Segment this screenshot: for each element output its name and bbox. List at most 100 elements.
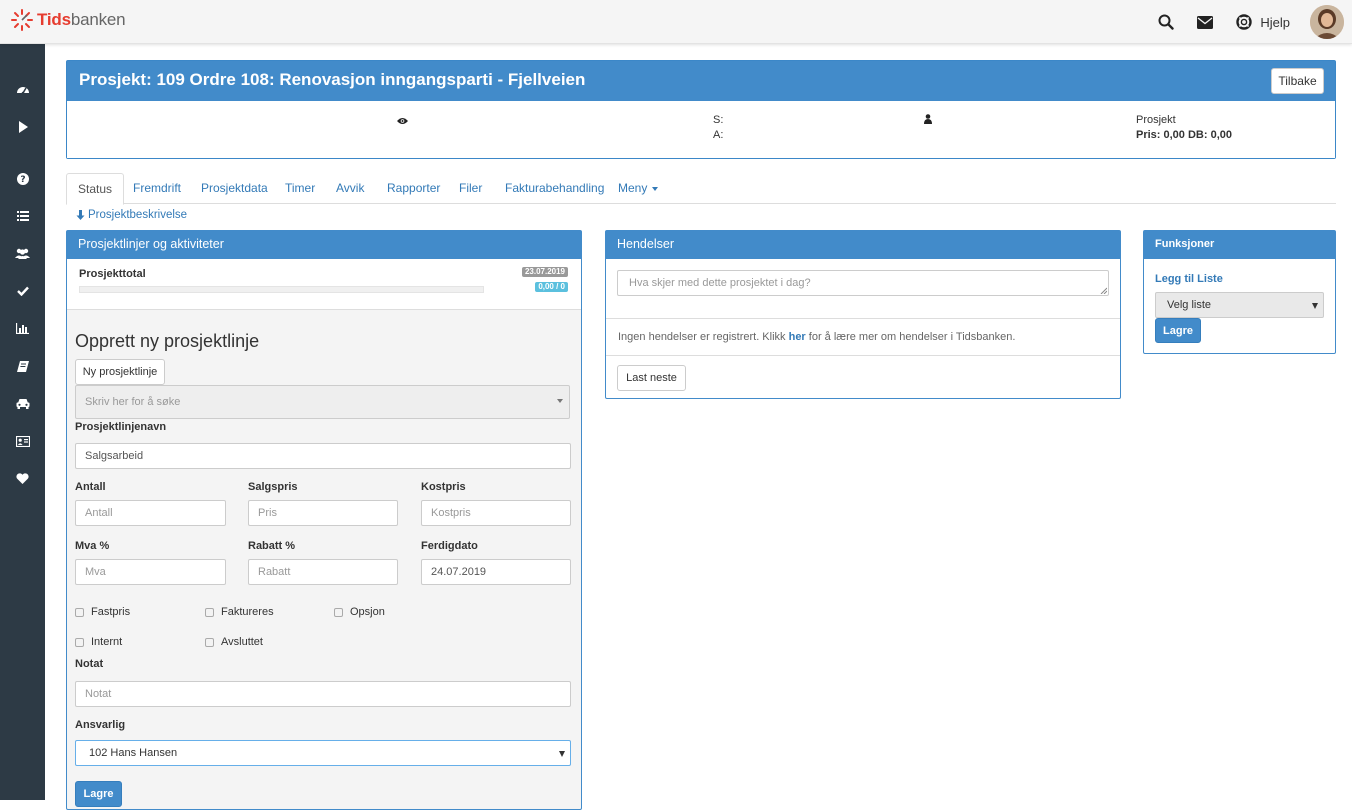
line-name-input[interactable]: Salgsarbeid <box>75 443 571 469</box>
tab-fakturabehandling[interactable]: Fakturabehandling <box>505 173 604 204</box>
load-next-button[interactable]: Last neste <box>617 365 686 391</box>
list-select[interactable]: Velg liste <box>1155 292 1324 318</box>
internt-checkbox[interactable]: Internt <box>75 636 122 648</box>
functions-panel: Funksjoner Legg til Liste Velg liste Lag… <box>1143 230 1336 354</box>
search-select-placeholder: Skriv her for å søke <box>85 396 181 408</box>
tab-avvik[interactable]: Avvik <box>336 173 364 204</box>
events-empty-message: Ingen hendelser er registrert. Klikk her… <box>606 318 1120 356</box>
line-name-label: Prosjektlinjenavn <box>75 421 167 433</box>
list-select-value: Velg liste <box>1167 299 1212 311</box>
progress-bar <box>79 286 484 293</box>
tab-rapporter[interactable]: Rapporter <box>387 173 440 204</box>
project-title: Prosjekt: 109 Ordre 108: Renovasjon inng… <box>79 70 586 89</box>
kostpris-label: Kostpris <box>421 481 466 493</box>
arrow-down-icon <box>76 210 85 220</box>
users-icon[interactable] <box>0 241 45 265</box>
tab-timer[interactable]: Timer <box>285 173 315 204</box>
help-label: Hjelp <box>1260 14 1290 30</box>
tab-menu[interactable]: Meny <box>618 173 659 204</box>
book-icon[interactable] <box>0 354 45 378</box>
ansvarlig-value: 102 Hans Hansen <box>89 747 178 759</box>
internt-label: Internt <box>91 636 123 648</box>
tab-bar: Status Fremdrift Prosjektdata Timer Avvi… <box>66 173 1336 205</box>
logo-text: Tidsbanken <box>37 10 126 29</box>
project-total-label: Prosjekttotal <box>79 268 146 280</box>
antall-input[interactable]: Antall <box>75 500 226 526</box>
learn-more-link[interactable]: her <box>789 331 806 343</box>
user-icon <box>924 113 932 127</box>
search-icon[interactable] <box>1156 12 1176 32</box>
kostpris-input[interactable]: Kostpris <box>421 500 571 526</box>
chevron-down-icon <box>1312 303 1318 309</box>
fastpris-checkbox[interactable]: Fastpris <box>75 606 130 618</box>
project-lines-heading: Prosjektlinjer og aktiviteter <box>67 231 581 259</box>
checkbox-box[interactable] <box>75 637 84 647</box>
functions-heading: Funksjoner <box>1144 231 1335 259</box>
heart-icon[interactable] <box>0 466 45 490</box>
event-textarea-placeholder: Hva skjer med dette prosjektet i dag? <box>629 277 811 289</box>
functions-save-button[interactable]: Lagre <box>1155 318 1201 343</box>
end-label: A: <box>713 129 724 141</box>
lifebuoy-icon <box>1234 12 1254 32</box>
rabatt-label: Rabatt % <box>248 540 296 552</box>
eye-icon[interactable] <box>397 114 408 128</box>
mva-input[interactable]: Mva <box>75 559 226 585</box>
value-badge: 0,00 / 0 <box>535 282 568 292</box>
fastpris-label: Fastpris <box>91 606 131 618</box>
project-description-label: Prosjektbeskrivelse <box>88 209 188 221</box>
logo-clock-icon <box>10 8 34 32</box>
notat-input[interactable]: Notat <box>75 681 571 707</box>
date-badge: 23.07.2019 <box>521 267 568 277</box>
create-line-heading: Opprett ny prosjektlinje <box>75 331 260 351</box>
search-select[interactable]: Skriv her for å søke <box>75 385 570 419</box>
notat-label: Notat <box>75 658 104 670</box>
checkbox-box[interactable] <box>334 607 343 617</box>
resize-handle-icon[interactable] <box>1100 287 1107 294</box>
new-project-line-button[interactable]: Ny prosjektlinje <box>75 359 165 385</box>
event-textarea[interactable]: Hva skjer med dette prosjektet i dag? <box>617 270 1109 296</box>
opsjon-checkbox[interactable]: Opsjon <box>334 606 385 618</box>
salgspris-input[interactable]: Pris <box>248 500 398 526</box>
ansvarlig-label: Ansvarlig <box>75 719 126 731</box>
add-to-list-link[interactable]: Legg til Liste <box>1155 273 1223 285</box>
mva-label: Mva % <box>75 540 110 552</box>
project-info: S: A: Prosjekt Pris: 0,00 DB: 0,00 <box>67 101 1335 158</box>
project-description-link[interactable]: Prosjektbeskrivelse <box>76 209 187 221</box>
tab-prosjektdata[interactable]: Prosjektdata <box>201 173 268 204</box>
id-card-icon[interactable] <box>0 429 45 453</box>
bar-chart-icon[interactable] <box>0 316 45 340</box>
logo[interactable]: Tidsbanken <box>10 8 126 32</box>
empty-text-before: Ingen hendelser er registrert. Klikk <box>618 331 789 343</box>
project-total-row[interactable]: Prosjekttotal 23.07.2019 0,00 / 0 <box>67 259 581 310</box>
salgspris-label: Salgspris <box>248 481 298 493</box>
play-icon[interactable] <box>0 115 45 139</box>
svg-text:?: ? <box>20 175 25 185</box>
project-lines-panel: Prosjektlinjer og aktiviteter Prosjektto… <box>66 230 582 810</box>
faktureres-checkbox[interactable]: Faktureres <box>205 606 274 618</box>
avatar[interactable] <box>1310 5 1344 39</box>
checkbox-box[interactable] <box>205 607 214 617</box>
tab-status[interactable]: Status <box>66 173 125 205</box>
ansvarlig-select[interactable]: 102 Hans Hansen <box>75 740 571 766</box>
checkbox-box[interactable] <box>205 637 214 647</box>
tab-filer[interactable]: Filer <box>459 173 482 204</box>
save-line-button[interactable]: Lagre <box>75 781 122 807</box>
tab-fremdrift[interactable]: Fremdrift <box>133 173 181 204</box>
envelope-icon[interactable] <box>1195 12 1215 32</box>
check-icon[interactable] <box>0 279 45 303</box>
avsluttet-checkbox[interactable]: Avsluttet <box>205 636 263 648</box>
car-icon[interactable] <box>0 391 45 415</box>
rabatt-input[interactable]: Rabatt <box>248 559 398 585</box>
question-icon[interactable]: ? <box>0 167 45 191</box>
back-button[interactable]: Tilbake <box>1271 68 1324 94</box>
checkbox-box[interactable] <box>75 607 84 617</box>
dashboard-icon[interactable] <box>0 77 45 101</box>
avsluttet-label: Avsluttet <box>221 636 263 648</box>
top-bar: Tidsbanken Hjelp <box>0 0 1352 44</box>
list-icon[interactable] <box>0 204 45 228</box>
ferdigdato-label: Ferdigdato <box>421 540 478 552</box>
ferdigdato-input[interactable]: 24.07.2019 <box>421 559 571 585</box>
project-price: Pris: 0,00 DB: 0,00 <box>1136 129 1232 141</box>
events-heading: Hendelser <box>606 231 1120 259</box>
help-link[interactable]: Hjelp <box>1234 12 1290 32</box>
